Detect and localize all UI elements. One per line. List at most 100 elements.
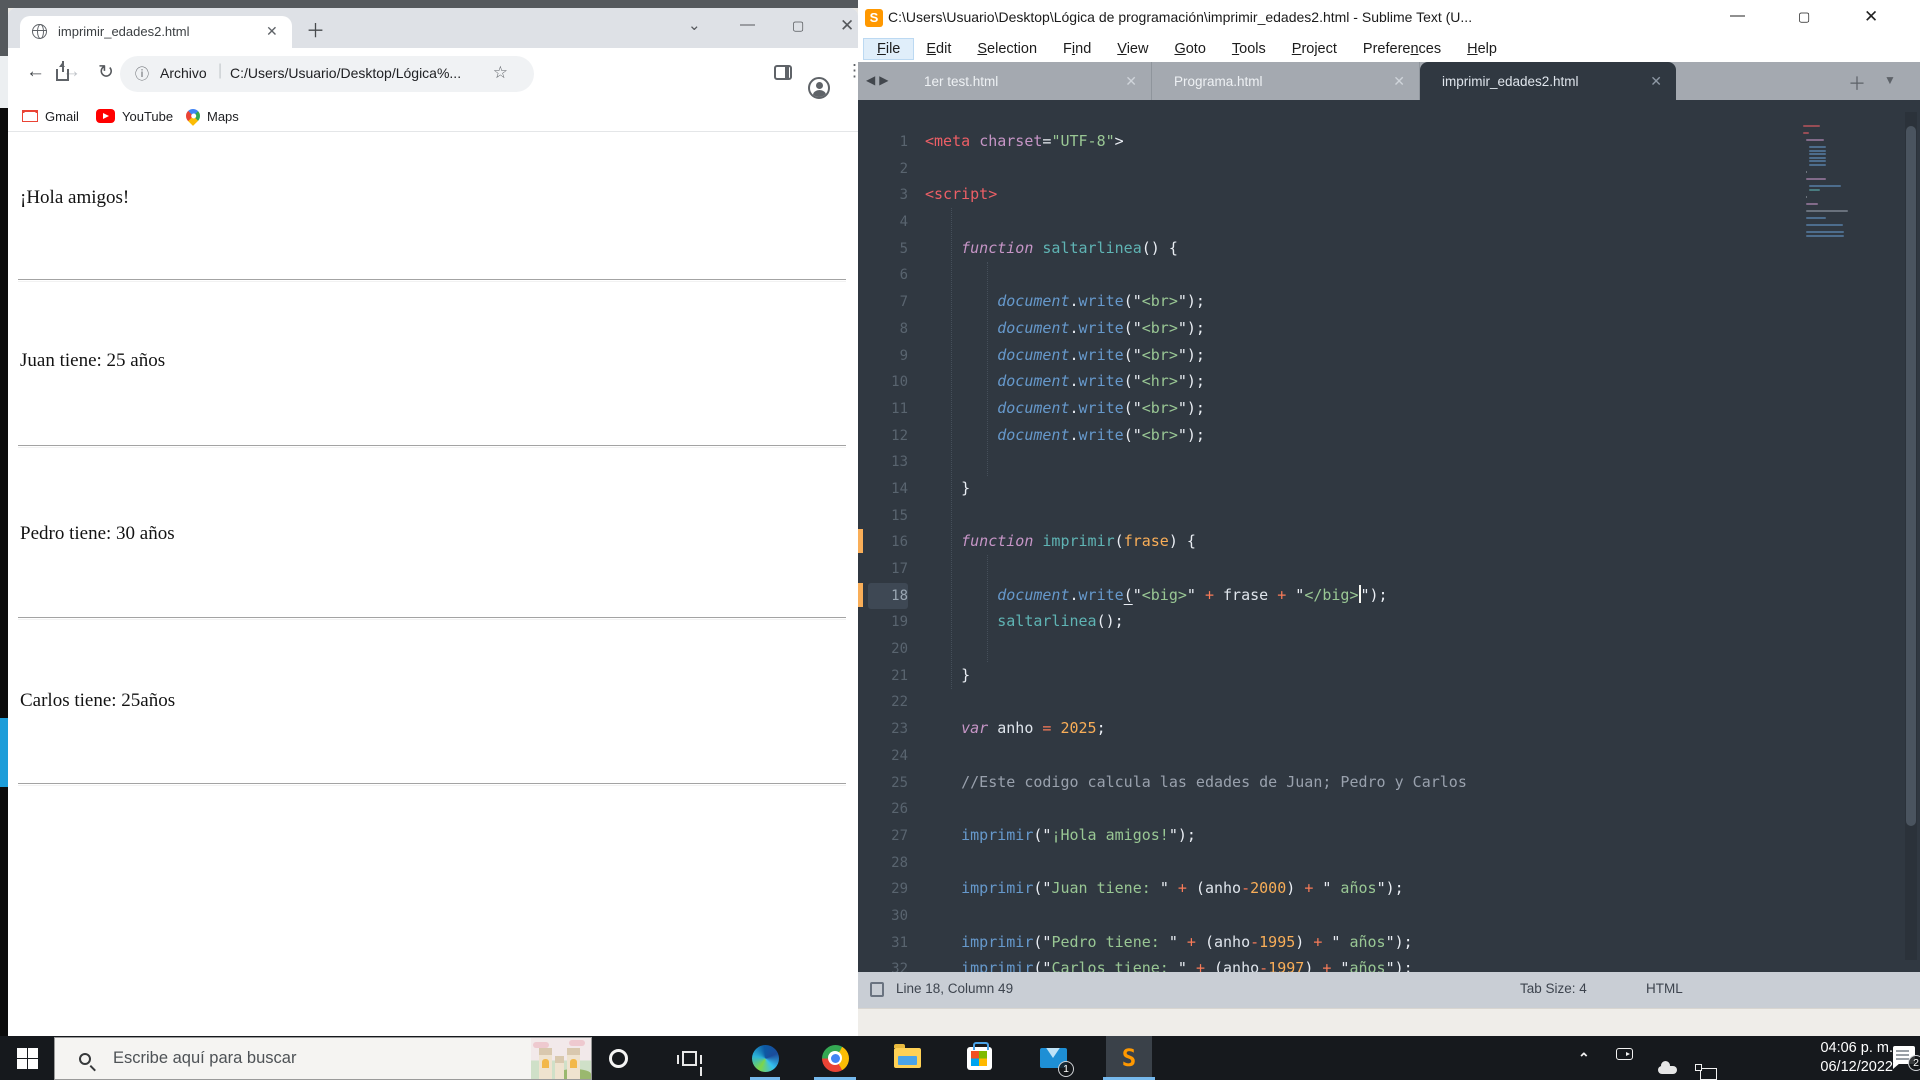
- code-line-30[interactable]: 30: [858, 902, 1920, 929]
- code-line-6[interactable]: 6: [858, 261, 1920, 288]
- sublime-minimize-button[interactable]: —: [1730, 7, 1745, 24]
- code-line-1[interactable]: 1 <meta charset="UTF-8">: [858, 128, 1920, 155]
- site-info-icon[interactable]: ⓘ: [135, 64, 149, 84]
- sublime-title-bar[interactable]: S C:\Users\Usuario\Desktop\Lógica de pro…: [858, 0, 1920, 36]
- address-bar[interactable]: ⓘ Archivo | C:/Users/Usuario/Desktop/Lóg…: [56, 56, 534, 92]
- minimap-line: [1806, 171, 1807, 174]
- bookmark-youtube[interactable]: YouTube: [96, 105, 173, 127]
- code-line-3[interactable]: 3 <script>: [858, 181, 1920, 208]
- editor-tab-Programa-html[interactable]: Programa.html ✕: [1152, 62, 1420, 100]
- menu-tools[interactable]: Tools: [1219, 39, 1279, 59]
- code-line-2[interactable]: 2: [858, 155, 1920, 182]
- onedrive-cloud-icon[interactable]: [1658, 1061, 1677, 1074]
- side-panel-icon[interactable]: [774, 65, 792, 80]
- code-line-15[interactable]: 15: [858, 502, 1920, 529]
- taskbar-task-view[interactable]: [666, 1036, 712, 1080]
- menu-help[interactable]: Help: [1454, 39, 1510, 59]
- code-line-11[interactable]: 11 document.write("<br>");: [858, 395, 1920, 422]
- reload-icon[interactable]: ↻: [98, 61, 114, 84]
- tab-nav-arrows-icon[interactable]: ◀▶: [866, 73, 892, 87]
- network-icon[interactable]: [1695, 1064, 1717, 1080]
- menu-goto[interactable]: Goto: [1161, 39, 1218, 59]
- code-line-26[interactable]: 26: [858, 795, 1920, 822]
- taskbar-sublime-text[interactable]: S: [1103, 1036, 1155, 1080]
- bookmark-star-icon[interactable]: ☆: [493, 63, 508, 83]
- address-url[interactable]: C:/Users/Usuario/Desktop/Lógica%...: [230, 65, 461, 81]
- code-line-7[interactable]: 7 document.write("<br>");: [858, 288, 1920, 315]
- meet-now-camera-icon[interactable]: [1616, 1048, 1633, 1060]
- taskbar-file-explorer[interactable]: [884, 1036, 930, 1080]
- code-line-24[interactable]: 24: [858, 742, 1920, 769]
- menu-edit[interactable]: Edit: [913, 39, 964, 59]
- menu-file[interactable]: File: [862, 38, 915, 60]
- hidden-icons-chevron-icon[interactable]: ⌃: [1578, 1050, 1590, 1067]
- action-center-button[interactable]: 2: [1893, 1046, 1920, 1071]
- menu-view[interactable]: View: [1104, 39, 1161, 59]
- taskbar-search-box[interactable]: Escribe aquí para buscar: [54, 1037, 592, 1080]
- code-line-23[interactable]: 23 var anho = 2025;: [858, 715, 1920, 742]
- menu-preferences[interactable]: Preferences: [1350, 39, 1454, 59]
- taskbar-mail[interactable]: 1: [1030, 1036, 1076, 1080]
- editor-tab-imprimir_edades2-html[interactable]: imprimir_edades2.html ✕: [1420, 62, 1676, 100]
- code-line-9[interactable]: 9 document.write("<br>");: [858, 342, 1920, 369]
- taskbar-clock[interactable]: 04:06 p. m. 06/12/2022: [1820, 1039, 1893, 1077]
- code-line-21[interactable]: 21 }: [858, 662, 1920, 689]
- sublime-maximize-button[interactable]: ▢: [1798, 9, 1810, 25]
- bookmark-gmail[interactable]: Gmail: [22, 105, 79, 127]
- editor-tab-close-icon[interactable]: ✕: [1125, 73, 1137, 90]
- chrome-maximize-button[interactable]: ▢: [792, 18, 804, 34]
- code-line-4[interactable]: 4: [858, 208, 1920, 235]
- new-tab-button[interactable]: ＋: [306, 16, 325, 43]
- taskbar-edge[interactable]: [742, 1036, 788, 1080]
- code-line-28[interactable]: 28: [858, 849, 1920, 876]
- code-line-8[interactable]: 8 document.write("<br>");: [858, 315, 1920, 342]
- search-daily-image[interactable]: [531, 1038, 591, 1079]
- taskbar-microsoft-store[interactable]: [956, 1036, 1002, 1080]
- code-line-18[interactable]: 18 document.write("<big>" + frase + "</b…: [858, 582, 1920, 610]
- code-line-13[interactable]: 13: [858, 448, 1920, 475]
- new-file-tab-icon[interactable]: ＋: [1848, 70, 1866, 96]
- code-line-22[interactable]: 22: [858, 688, 1920, 715]
- code-editor[interactable]: 1 <meta charset="UTF-8"> 2 3 <script> 4 5 func…: [858, 100, 1920, 972]
- chrome-close-button[interactable]: ✕: [840, 16, 854, 36]
- start-button[interactable]: [4, 1036, 50, 1080]
- editor-tab-1er-test-html[interactable]: 1er test.html ✕: [902, 62, 1152, 100]
- chrome-minimize-button[interactable]: —: [740, 16, 755, 33]
- scrollbar-thumb[interactable]: [1906, 126, 1916, 826]
- chrome-tab[interactable]: imprimir_edades2.html ✕: [20, 16, 292, 48]
- taskbar-cortana[interactable]: [595, 1036, 641, 1080]
- code-line-14[interactable]: 14 }: [858, 475, 1920, 502]
- code-line-31[interactable]: 31 imprimir("Pedro tiene: " + (anho-1995…: [858, 929, 1920, 956]
- code-line-5[interactable]: 5 function saltarlinea() {: [858, 235, 1920, 262]
- share-icon[interactable]: [56, 61, 69, 81]
- menu-selection[interactable]: Selection: [964, 39, 1050, 59]
- code-line-16[interactable]: 16 function imprimir(frase) {: [858, 528, 1920, 555]
- editor-tab-close-icon[interactable]: ✕: [1393, 73, 1405, 90]
- tab-search-chevron-icon[interactable]: ⌄: [688, 16, 701, 34]
- code-line-27[interactable]: 27 imprimir("¡Hola amigos!");: [858, 822, 1920, 849]
- sublime-close-button[interactable]: ✕: [1864, 7, 1878, 27]
- tab-list-dropdown-icon[interactable]: ▼: [1884, 73, 1896, 87]
- menu-project[interactable]: Project: [1279, 39, 1350, 59]
- menu-find[interactable]: Find: [1050, 39, 1104, 59]
- code-line-19[interactable]: 19 saltarlinea();: [858, 608, 1920, 635]
- code-line-17[interactable]: 17: [858, 555, 1920, 582]
- code-line-32[interactable]: 32 imprimir("Carlos tiene: " + (anho-199…: [858, 955, 1920, 972]
- code-line-20[interactable]: 20: [858, 635, 1920, 662]
- code-line-10[interactable]: 10 document.write("<hr>");: [858, 368, 1920, 395]
- tab-close-icon[interactable]: ✕: [266, 23, 278, 40]
- editor-scrollbar[interactable]: [1905, 112, 1917, 960]
- minimap[interactable]: [1803, 125, 1889, 239]
- line-number: 20: [891, 641, 908, 658]
- code-line-29[interactable]: 29 imprimir("Juan tiene: " + (anho-2000)…: [858, 875, 1920, 902]
- code-line-25[interactable]: 25 //Este codigo calcula las edades de J…: [858, 769, 1920, 796]
- code-line-12[interactable]: 12 document.write("<br>");: [858, 422, 1920, 449]
- tab-size-status[interactable]: Tab Size: 4: [1520, 981, 1587, 996]
- vintage-mode-icon[interactable]: [870, 982, 884, 997]
- editor-tab-close-icon[interactable]: ✕: [1650, 73, 1662, 90]
- taskbar-chrome[interactable]: [812, 1036, 858, 1080]
- profile-avatar-icon[interactable]: [808, 77, 830, 99]
- back-icon[interactable]: ←: [26, 61, 45, 83]
- bookmark-maps[interactable]: Maps: [183, 105, 239, 127]
- syntax-status[interactable]: HTML: [1646, 981, 1683, 996]
